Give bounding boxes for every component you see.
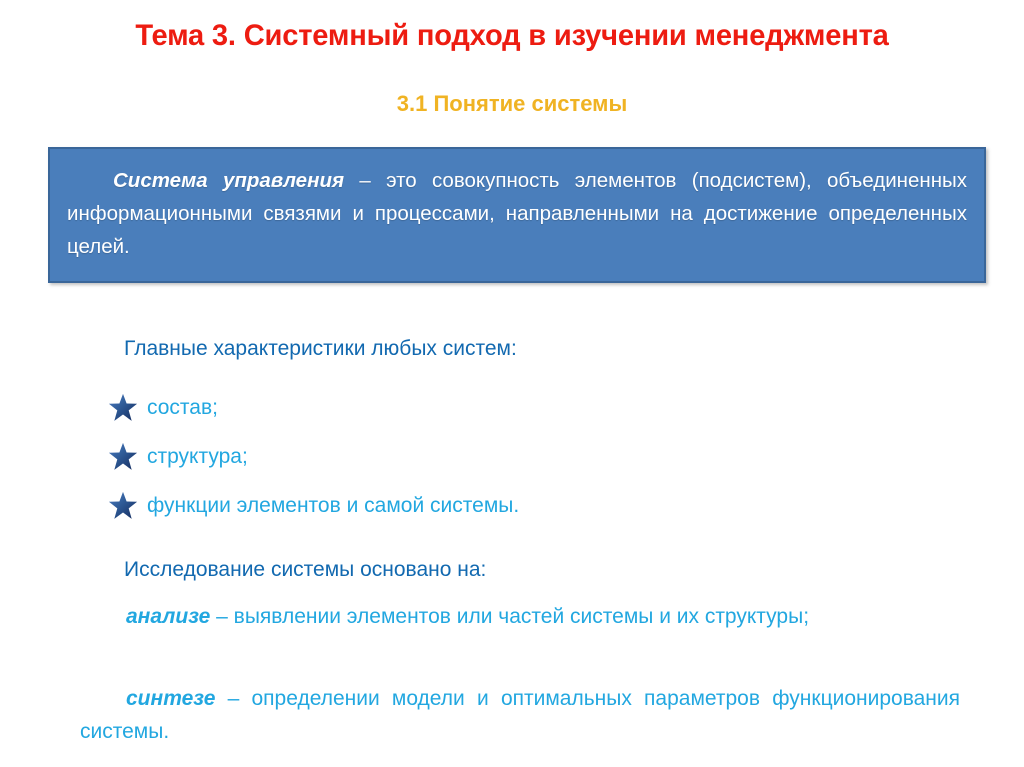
- definition-text: Система управления – это совокупность эл…: [50, 149, 984, 263]
- research-paragraph-synthesis: синтезе – определении модели и оптимальн…: [80, 682, 960, 748]
- star-icon: [108, 393, 138, 421]
- definition-callout-box: Система управления – это совокупность эл…: [48, 147, 986, 283]
- list-item: структура;: [108, 432, 808, 481]
- characteristics-list: состав; структура; функции элементов и с…: [108, 383, 808, 530]
- list-item-label: структура;: [147, 444, 248, 468]
- definition-term: Система управления: [113, 169, 345, 192]
- list-item-label: состав;: [147, 395, 218, 419]
- research-body-analysis: – выявлении элементов или частей системы…: [210, 605, 810, 628]
- list-item: состав;: [108, 383, 808, 432]
- research-term-synthesis: синтезе: [126, 687, 216, 710]
- research-paragraph-analysis: анализе – выявлении элементов или частей…: [80, 600, 960, 633]
- characteristics-heading: Главные характеристики любых систем:: [124, 337, 517, 360]
- research-term-analysis: анализе: [126, 605, 211, 628]
- star-icon: [108, 442, 138, 470]
- slide-canvas: Тема 3. Системный подход в изучении мене…: [0, 0, 1024, 767]
- page-subtitle: 3.1 Понятие системы: [396, 91, 628, 116]
- star-icon: [108, 491, 138, 519]
- page-title: Тема 3. Системный подход в изучении мене…: [135, 19, 889, 52]
- list-item: функции элементов и самой системы.: [108, 481, 808, 530]
- list-item-label: функции элементов и самой системы.: [147, 493, 520, 517]
- research-heading: Исследование системы основано на:: [124, 558, 487, 581]
